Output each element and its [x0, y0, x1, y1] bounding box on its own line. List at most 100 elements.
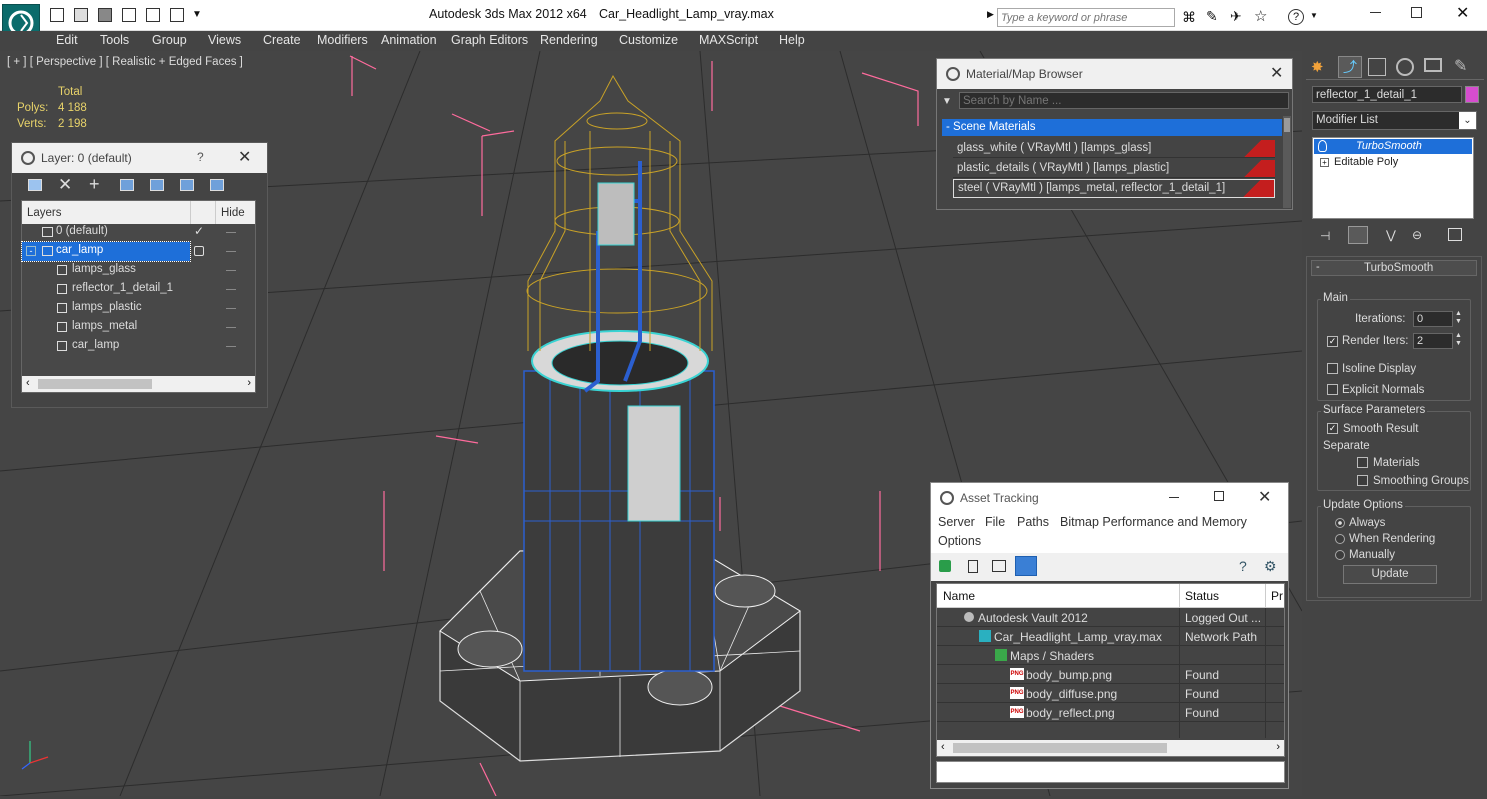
- manually-radio[interactable]: [1335, 550, 1345, 560]
- always-radio[interactable]: [1335, 518, 1345, 528]
- scene-materials-header[interactable]: - Scene Materials: [942, 119, 1282, 136]
- communication-icon[interactable]: ✈: [1230, 8, 1242, 25]
- freeze-all-icon[interactable]: [210, 179, 224, 191]
- collapse-icon[interactable]: -: [26, 246, 36, 256]
- asset-tracking-titlebar[interactable]: Asset Tracking ✕: [931, 483, 1288, 513]
- modify-tab-icon[interactable]: ⤴: [1338, 56, 1362, 78]
- viewport-label[interactable]: [ + ] [ Perspective ] [ Realistic + Edge…: [7, 56, 243, 68]
- modifier-list-dropdown[interactable]: Modifier List ⌄: [1312, 111, 1477, 130]
- chevron-down-icon[interactable]: ⌄: [1459, 112, 1476, 129]
- add-to-layer-icon[interactable]: +: [89, 174, 100, 195]
- menu-rendering[interactable]: Rendering: [540, 33, 598, 47]
- material-item[interactable]: glass_white ( VRayMtl ) [lamps_glass]: [953, 139, 1275, 158]
- save-icon[interactable]: [98, 8, 112, 22]
- menu-maxscript[interactable]: MAXScript: [699, 33, 758, 47]
- asset-menu-options[interactable]: Options: [938, 534, 981, 548]
- col-name[interactable]: Name: [943, 589, 975, 603]
- asset-row[interactable]: Autodesk Vault 2012 Logged Out ...: [937, 608, 1284, 627]
- layer-row-object[interactable]: lamps_glass: [22, 261, 255, 280]
- minimize-icon[interactable]: [1169, 497, 1179, 498]
- utilities-tab-icon[interactable]: ✎: [1454, 56, 1467, 76]
- redo-icon[interactable]: [146, 8, 160, 22]
- scroll-thumb[interactable]: [38, 379, 152, 389]
- active-layer-check-icon[interactable]: ✓: [194, 224, 204, 238]
- menu-edit[interactable]: Edit: [56, 33, 78, 47]
- tools-icon[interactable]: ✎: [1206, 8, 1218, 25]
- make-unique-icon[interactable]: ⋁: [1386, 228, 1396, 242]
- scroll-right-icon[interactable]: ›: [1276, 741, 1280, 753]
- current-layer-icon[interactable]: [194, 246, 204, 256]
- close-icon[interactable]: ✕: [1456, 3, 1469, 23]
- delete-layer-icon[interactable]: ✕: [58, 175, 72, 195]
- layer-row-car-lamp[interactable]: - car_lamp: [21, 241, 255, 262]
- maximize-icon[interactable]: [1214, 491, 1224, 501]
- asset-path-input[interactable]: [936, 761, 1285, 783]
- rollout-collapse-icon[interactable]: -: [1316, 261, 1320, 273]
- col-layers[interactable]: Layers: [27, 207, 62, 219]
- lightbulb-icon[interactable]: [1318, 140, 1327, 152]
- layer-hscrollbar[interactable]: ‹ ›: [22, 376, 255, 392]
- table-view-icon[interactable]: [1015, 556, 1037, 576]
- menu-animation[interactable]: Animation: [381, 33, 437, 47]
- layer-row-object[interactable]: lamps_plastic: [22, 299, 255, 318]
- explicit-normals-checkbox[interactable]: [1327, 384, 1338, 395]
- help-search-input[interactable]: [997, 8, 1175, 27]
- asset-row[interactable]: Car_Headlight_Lamp_vray.max Network Path: [937, 627, 1284, 646]
- material-list-scrollbar[interactable]: [1283, 116, 1291, 208]
- create-layer-icon[interactable]: [28, 179, 42, 191]
- materials-checkbox[interactable]: [1357, 457, 1368, 468]
- menu-graph-editors[interactable]: Graph Editors: [451, 33, 528, 47]
- menu-views[interactable]: Views: [208, 33, 241, 47]
- hide-toggle-icon[interactable]: [226, 232, 236, 233]
- favorites-star-icon[interactable]: ☆: [1254, 7, 1267, 25]
- menu-help[interactable]: Help: [779, 33, 805, 47]
- object-color-swatch[interactable]: [1465, 86, 1479, 103]
- thumbnail-view-icon[interactable]: [992, 560, 1006, 572]
- smoothing-groups-checkbox[interactable]: [1357, 475, 1368, 486]
- material-item[interactable]: plastic_details ( VRayMtl ) [lamps_plast…: [953, 159, 1275, 178]
- dropdown-arrow-icon[interactable]: ▼: [192, 9, 202, 20]
- display-tab-icon[interactable]: [1424, 58, 1442, 72]
- layer-row-object[interactable]: lamps_metal: [22, 318, 255, 337]
- scroll-thumb[interactable]: [1284, 118, 1290, 132]
- project-icon[interactable]: [170, 8, 184, 22]
- spinner-arrows-icon[interactable]: ▲ ▼: [1455, 310, 1462, 326]
- minimize-icon[interactable]: [1370, 12, 1381, 13]
- material-search-input[interactable]: [959, 92, 1289, 109]
- hide-toggle-icon[interactable]: [226, 270, 236, 271]
- layer-row-default[interactable]: 0 (default) ✓: [22, 223, 255, 242]
- render-iters-spinner[interactable]: 2: [1413, 333, 1453, 349]
- scroll-right-icon[interactable]: ›: [247, 377, 251, 389]
- material-item-selected[interactable]: steel ( VRayMtl ) [lamps_metal, reflecto…: [953, 179, 1275, 198]
- update-button[interactable]: Update: [1343, 565, 1437, 584]
- remove-modifier-icon[interactable]: ⊖: [1412, 228, 1422, 242]
- search-expand-icon[interactable]: ▶: [987, 9, 994, 20]
- asset-row[interactable]: PNG body_diffuse.png Found: [937, 684, 1284, 703]
- refresh-icon[interactable]: [939, 560, 951, 572]
- isoline-checkbox[interactable]: [1327, 363, 1338, 374]
- col-status[interactable]: Status: [1185, 589, 1219, 603]
- new-file-icon[interactable]: [50, 8, 64, 22]
- smooth-result-checkbox[interactable]: ✓: [1327, 423, 1338, 434]
- help-dropdown-icon[interactable]: ▼: [1310, 11, 1318, 20]
- hide-toggle-icon[interactable]: [226, 346, 236, 347]
- browser-options-icon[interactable]: ▼: [942, 96, 952, 107]
- pin-stack-icon[interactable]: ⊣: [1320, 229, 1330, 243]
- menu-modifiers[interactable]: Modifiers: [317, 33, 368, 47]
- when-rendering-radio[interactable]: [1335, 534, 1345, 544]
- iterations-spinner[interactable]: 0: [1413, 311, 1453, 327]
- motion-tab-icon[interactable]: [1396, 58, 1414, 76]
- asset-menu-file[interactable]: File: [985, 515, 1005, 529]
- asset-row[interactable]: PNG body_reflect.png Found: [937, 703, 1284, 722]
- configure-sets-icon[interactable]: [1448, 228, 1462, 241]
- maximize-icon[interactable]: [1411, 7, 1422, 18]
- hide-toggle-icon[interactable]: [226, 289, 236, 290]
- layer-close-icon[interactable]: ✕: [238, 147, 251, 167]
- stack-item-turbosmooth[interactable]: TurboSmooth: [1314, 139, 1472, 154]
- scroll-left-icon[interactable]: ‹: [941, 741, 945, 753]
- settings-icon[interactable]: ⚙: [1264, 558, 1277, 575]
- scroll-thumb[interactable]: [953, 743, 1167, 753]
- asset-row[interactable]: Maps / Shaders: [937, 646, 1284, 665]
- highlight-layer-icon[interactable]: [150, 179, 164, 191]
- object-name-input[interactable]: [1312, 86, 1462, 103]
